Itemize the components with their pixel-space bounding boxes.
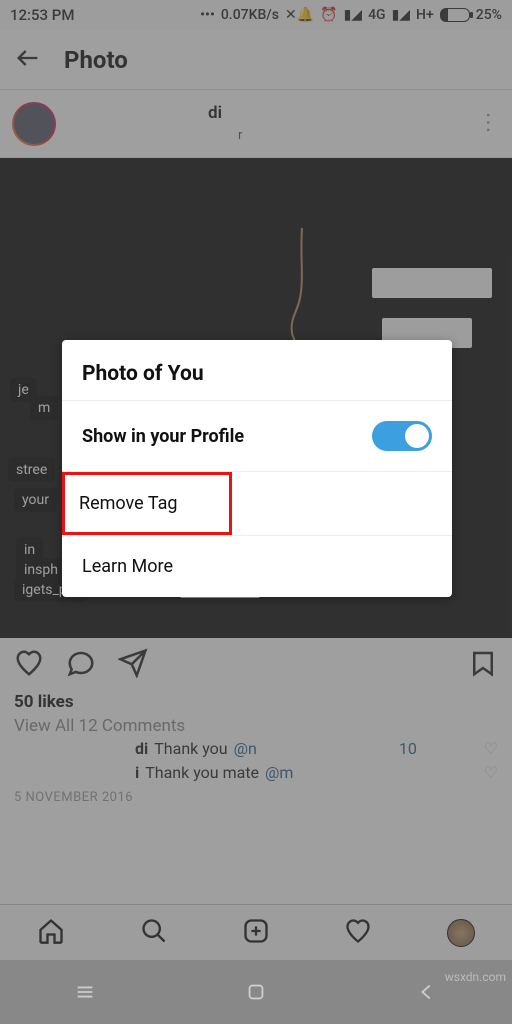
status-speed: 0.07KB/s bbox=[221, 7, 279, 23]
nav-add-icon[interactable] bbox=[242, 917, 270, 949]
comment-like-icon[interactable]: ♡ bbox=[484, 739, 498, 758]
redacted-username bbox=[68, 101, 208, 125]
nav-activity-icon[interactable] bbox=[344, 917, 372, 949]
android-nav-bar bbox=[0, 960, 512, 1024]
home-key[interactable] bbox=[245, 981, 267, 1003]
alarm-icon: ⏰ bbox=[320, 7, 337, 23]
nav-home-icon[interactable] bbox=[37, 917, 65, 949]
post-actions bbox=[0, 638, 512, 692]
save-button[interactable] bbox=[468, 648, 498, 682]
likes-count[interactable]: 50 likes bbox=[0, 692, 512, 712]
photo-tag[interactable]: your bbox=[14, 488, 57, 512]
post-header: di r ⋯ bbox=[0, 90, 512, 158]
back-key[interactable] bbox=[416, 981, 438, 1003]
nav-profile-avatar[interactable] bbox=[447, 919, 475, 947]
page-title: Photo bbox=[64, 46, 128, 74]
signal-icon: ▮◢ bbox=[344, 7, 362, 23]
comment-row[interactable]: di Thank you @n 10 ♡ bbox=[0, 736, 512, 760]
more-options-button[interactable]: ⋯ bbox=[476, 112, 501, 136]
bottom-nav bbox=[0, 904, 512, 960]
comment-row[interactable]: i Thank you mate @m ♡ bbox=[0, 760, 512, 784]
show-in-profile-toggle[interactable] bbox=[372, 421, 432, 451]
post-date: 5 NOVEMBER 2016 bbox=[0, 784, 512, 811]
learn-more-row[interactable]: Learn More bbox=[62, 535, 452, 597]
share-button[interactable] bbox=[118, 648, 148, 682]
comment-like-icon[interactable]: ♡ bbox=[484, 763, 498, 782]
show-in-profile-row[interactable]: Show in your Profile bbox=[62, 400, 452, 471]
recent-apps-key[interactable] bbox=[74, 981, 96, 1003]
comment-button[interactable] bbox=[66, 648, 96, 682]
signal-icon: ▮◢ bbox=[392, 7, 410, 23]
watermark: wsxdn.com bbox=[445, 970, 506, 984]
avatar[interactable] bbox=[12, 102, 56, 146]
photo-tag[interactable]: stree bbox=[8, 458, 55, 482]
dnd-icon: ✕🔔 bbox=[285, 7, 314, 23]
status-time: 12:53 PM bbox=[10, 6, 74, 24]
status-bar: 12:53 PM ••• 0.07KB/s ✕🔔 ⏰ ▮◢ 4G ▮◢ H+ 2… bbox=[0, 0, 512, 30]
remove-tag-row[interactable]: Remove Tag bbox=[62, 471, 452, 535]
modal-title: Photo of You bbox=[62, 340, 452, 400]
view-comments-link[interactable]: View All 12 Comments bbox=[0, 712, 512, 736]
like-button[interactable] bbox=[14, 648, 44, 682]
nav-search-icon[interactable] bbox=[140, 917, 168, 949]
battery-icon bbox=[440, 8, 470, 22]
battery-percent: 25% bbox=[476, 7, 502, 23]
photo-tag[interactable] bbox=[372, 268, 492, 298]
photo-options-modal: Photo of You Show in your Profile Remove… bbox=[62, 340, 452, 597]
back-button[interactable] bbox=[14, 44, 42, 76]
redacted-location bbox=[68, 127, 238, 147]
highlight-box: Remove Tag bbox=[62, 472, 232, 535]
photo-tag[interactable]: m bbox=[30, 396, 58, 420]
app-header: Photo bbox=[0, 30, 512, 90]
